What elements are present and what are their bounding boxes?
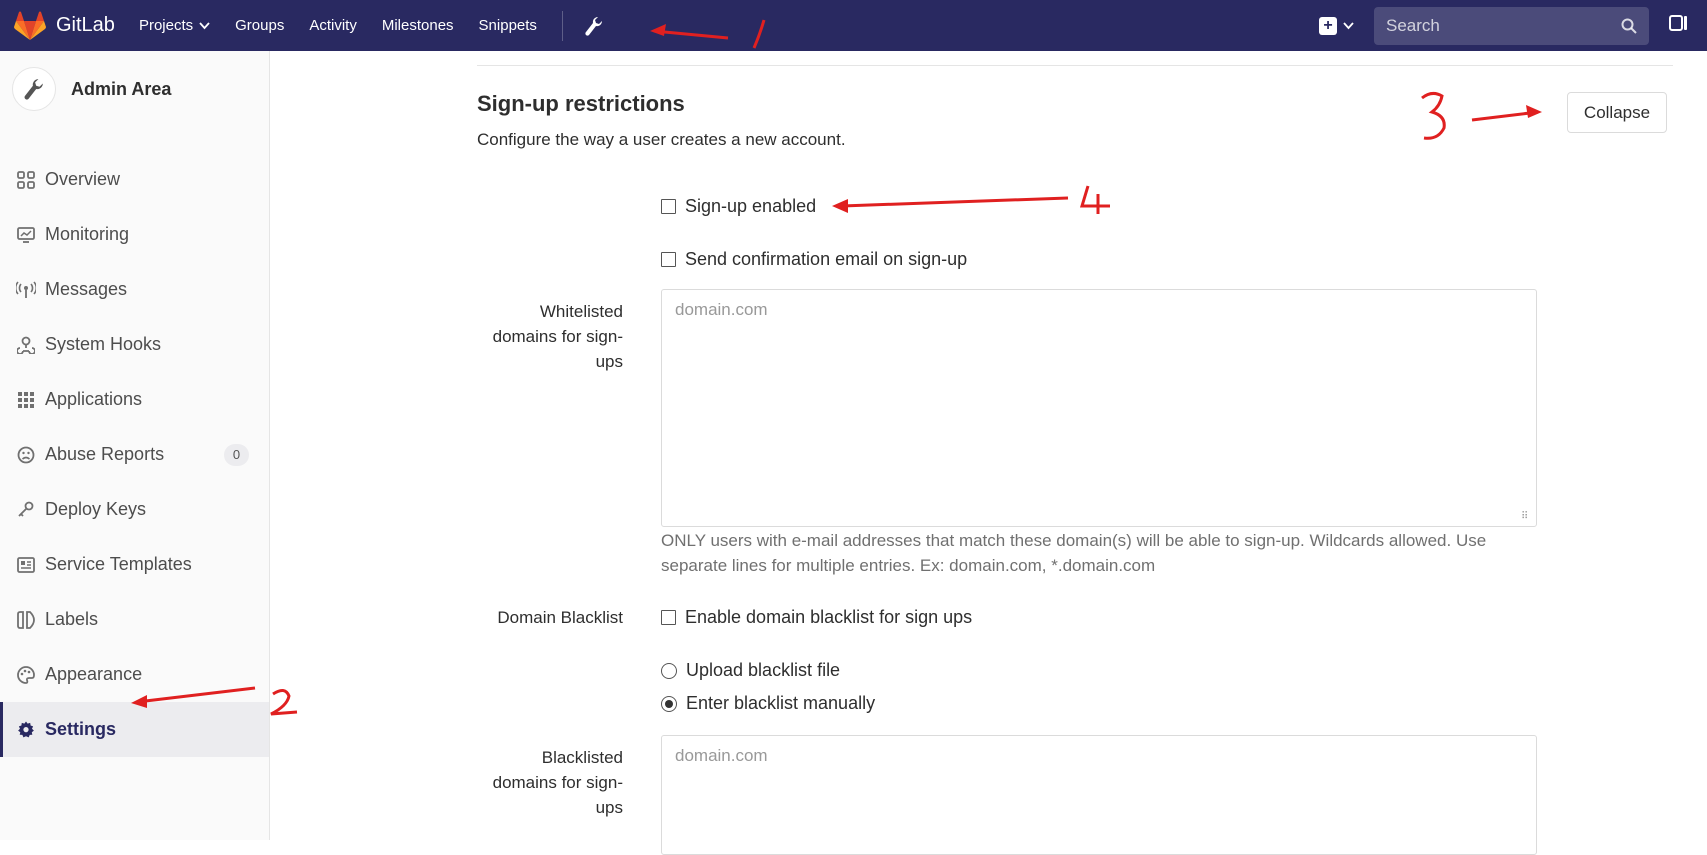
nav-snippets[interactable]: Snippets xyxy=(479,17,537,34)
upload-blacklist-radio[interactable] xyxy=(661,662,677,679)
whitelist-help-text: ONLY users with e-mail addresses that ma… xyxy=(661,531,1487,575)
blacklist-enable-checkbox[interactable] xyxy=(661,610,676,625)
grid-icon xyxy=(16,170,36,190)
gitlab-tanuki-icon xyxy=(14,11,46,40)
upload-blacklist-label: Upload blacklist file xyxy=(686,660,841,680)
labels-icon xyxy=(16,610,36,630)
domain-blacklist-label: Domain Blacklist xyxy=(497,608,623,627)
top-navbar: GitLab Projects Groups Activity Mileston… xyxy=(0,0,1707,51)
nav-activity[interactable]: Activity xyxy=(309,17,357,34)
nav-milestones[interactable]: Milestones xyxy=(382,17,454,34)
sidebar-item-label: Applications xyxy=(45,389,143,409)
whitelist-textarea[interactable] xyxy=(661,289,1537,527)
admin-area-wrench-icon[interactable] xyxy=(585,16,603,36)
sidebar-item-abuse-reports[interactable]: Abuse Reports 0 xyxy=(0,427,269,482)
sidebar-item-overview[interactable]: Overview xyxy=(0,152,269,207)
search-input[interactable] xyxy=(1386,15,1621,36)
sidebar-item-label: Settings xyxy=(45,719,117,739)
template-icon xyxy=(16,555,36,575)
blacklisted-domains-label: Blacklisted domains for sign-ups xyxy=(492,748,623,817)
section-title: Sign-up restrictions xyxy=(477,91,685,116)
annotation-arrow-3 xyxy=(1421,91,1542,140)
collapse-button[interactable]: Collapse xyxy=(1567,92,1667,133)
enter-blacklist-radio[interactable] xyxy=(661,695,677,712)
sidebar-item-label: Abuse Reports xyxy=(45,444,165,464)
confirm-email-checkbox[interactable] xyxy=(661,252,676,267)
admin-wrench-icon xyxy=(12,67,56,111)
blacklist-textarea[interactable] xyxy=(661,735,1537,855)
resize-grip-icon[interactable]: ⠿ xyxy=(1521,512,1528,522)
confirm-email-label: Send confirmation email on sign-up xyxy=(685,249,968,269)
search-icon xyxy=(1621,18,1637,34)
gear-icon xyxy=(16,720,36,740)
apps-icon xyxy=(16,390,36,410)
sidebar-item-messages[interactable]: Messages xyxy=(0,262,269,317)
frown-icon xyxy=(16,445,36,465)
new-dropdown-button[interactable]: + xyxy=(1319,16,1354,35)
sidebar-item-label: Monitoring xyxy=(45,224,130,244)
annotation-arrow-4 xyxy=(832,185,1110,214)
main-nav: Projects Groups Activity Milestones Snip… xyxy=(139,10,603,41)
sidebar-item-service-templates[interactable]: Service Templates xyxy=(0,537,269,592)
enter-blacklist-label: Enter blacklist manually xyxy=(686,693,876,713)
nav-projects-label: Projects xyxy=(138,17,194,34)
gitlab-logo[interactable]: GitLab xyxy=(14,11,115,41)
plus-icon: + xyxy=(1319,16,1337,35)
sidebar-item-system-hooks[interactable]: System Hooks xyxy=(0,317,269,372)
section-description: Configure the way a user creates a new a… xyxy=(477,130,846,149)
abuse-reports-count-badge: 0 xyxy=(224,443,249,466)
sidebar-item-settings[interactable]: Settings xyxy=(0,702,269,757)
nav-divider xyxy=(561,10,563,41)
chevron-down-icon xyxy=(199,21,210,29)
navbar-right: + xyxy=(1319,0,1707,51)
key-icon xyxy=(16,500,36,520)
sidebar-item-label: Service Templates xyxy=(45,554,192,574)
sidebar-item-labels[interactable]: Labels xyxy=(0,592,269,647)
sidebar-item-appearance[interactable]: Appearance xyxy=(0,647,269,702)
sidebar-title: Admin Area xyxy=(71,78,172,99)
sidebar-item-monitoring[interactable]: Monitoring xyxy=(0,207,269,262)
chevron-down-icon xyxy=(1343,21,1354,29)
admin-sidebar: Admin Area Overview Monitoring Messages … xyxy=(0,51,270,840)
signup-enabled-label: Sign-up enabled xyxy=(685,196,817,216)
palette-icon xyxy=(16,665,36,685)
nav-projects[interactable]: Projects xyxy=(139,17,210,34)
search-box xyxy=(1374,6,1649,45)
sidebar-item-label: Overview xyxy=(45,169,121,189)
sidebar-toggle-icon[interactable] xyxy=(1669,14,1689,37)
sidebar-item-applications[interactable]: Applications xyxy=(0,372,269,427)
monitor-icon xyxy=(16,225,36,245)
signup-enabled-checkbox[interactable] xyxy=(661,199,676,214)
broadcast-icon xyxy=(16,280,36,300)
sidebar-header[interactable]: Admin Area xyxy=(0,51,269,127)
blacklist-enable-option[interactable]: Enable domain blacklist for sign ups xyxy=(661,607,972,628)
sidebar-item-label: Labels xyxy=(45,609,99,629)
signup-enabled-option[interactable]: Sign-up enabled xyxy=(661,196,816,217)
enter-blacklist-option[interactable]: Enter blacklist manually xyxy=(661,693,875,714)
hook-icon xyxy=(16,335,36,355)
sidebar-item-label: Appearance xyxy=(45,664,143,684)
upload-blacklist-option[interactable]: Upload blacklist file xyxy=(661,660,840,681)
blacklist-enable-label: Enable domain blacklist for sign ups xyxy=(685,607,973,627)
section-divider xyxy=(477,65,1673,66)
sidebar-item-label: Deploy Keys xyxy=(45,499,147,519)
sidebar-item-deploy-keys[interactable]: Deploy Keys xyxy=(0,482,269,537)
sidebar-item-label: Messages xyxy=(45,279,128,299)
brand-name: GitLab xyxy=(56,14,115,36)
whitelist-label: Whitelisted domains for sign-ups xyxy=(492,302,623,371)
confirm-email-option[interactable]: Send confirmation email on sign-up xyxy=(661,249,967,270)
nav-groups[interactable]: Groups xyxy=(235,17,284,34)
sidebar-item-label: System Hooks xyxy=(45,334,162,354)
